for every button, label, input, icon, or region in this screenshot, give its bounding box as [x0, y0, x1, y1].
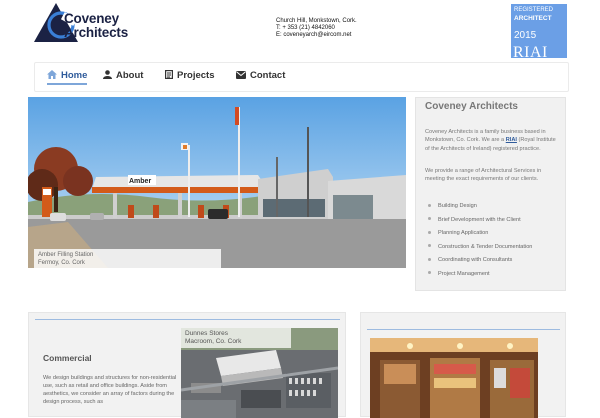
filling-station-photo: Amber	[28, 97, 406, 268]
bullet-icon	[428, 257, 431, 261]
list-item: Coordinating with Consultants	[425, 256, 563, 270]
commercial-title: Commercial	[43, 353, 92, 363]
canopy-sign: Amber	[129, 178, 151, 185]
nav-contact-label: Contact	[250, 70, 286, 81]
service-label: Building Design	[438, 203, 477, 209]
nav-projects[interactable]: Projects	[165, 70, 215, 82]
divider	[367, 329, 560, 330]
shop-photo	[370, 338, 538, 418]
logo[interactable]: Coveney Architects	[34, 2, 144, 44]
hero-caption-title: Amber Filling Station	[38, 252, 94, 258]
bullet-icon	[428, 217, 431, 221]
nav-home-label: Home	[61, 70, 88, 81]
hero-caption-location: Fermoy, Co. Cork	[38, 260, 85, 266]
commercial-text: We design buildings and structures for n…	[43, 375, 177, 405]
services-list: Building Design Brief Development with t…	[425, 202, 563, 283]
user-icon	[103, 70, 112, 82]
shop-interior-image[interactable]	[370, 338, 538, 418]
riai-badge: REGISTERED ARCHITECT 2015 RIAI	[511, 4, 567, 58]
sidebar-intro: Coveney Architects is a family business …	[425, 128, 560, 153]
logo-name-line2: Architects	[64, 25, 129, 40]
bullet-icon	[428, 271, 431, 275]
services-intro: We provide a range of Architectural Serv…	[425, 168, 542, 183]
logo-name-line1: Coveney	[64, 11, 119, 26]
hero-caption: Amber Filling Station Fermoy, Co. Cork	[34, 249, 221, 268]
badge-year: 2015	[514, 30, 537, 41]
service-label: Planning Application	[438, 230, 489, 236]
service-label: Construction & Tender Documentation	[438, 243, 533, 250]
bullet-icon	[428, 230, 431, 234]
badge-registered: REGISTERED	[514, 7, 554, 13]
phone-text: T: + 353 (21) 4842060	[276, 25, 335, 31]
service-label: Brief Development with the Client	[438, 216, 521, 223]
badge-org: RIAI	[513, 44, 548, 58]
nav-contact[interactable]: Contact	[236, 70, 285, 82]
service-label: Project Management	[438, 270, 490, 277]
badge-architect: ARCHITECT	[514, 15, 552, 22]
nav-about-label: About	[116, 70, 144, 81]
list-item: Construction & Tender Documentation	[425, 243, 563, 257]
home-icon	[47, 70, 57, 82]
divider	[35, 319, 340, 320]
main-nav: Home About Projects Contact	[34, 62, 569, 92]
sidebar-title: Coveney Architects	[425, 101, 518, 112]
about-sidebar: Coveney Architects Coveney Architects is…	[415, 97, 566, 291]
thumbnail-caption: Dunnes Stores Macroom, Co. Cork	[181, 328, 291, 348]
list-item: Project Management	[425, 270, 563, 284]
thumbnail-caption-location: Macroom, Co. Cork	[185, 338, 242, 345]
list-item: Brief Development with the Client	[425, 216, 563, 230]
list-item: Planning Application	[425, 229, 563, 243]
email-text: E: coveneyarch@eircom.net	[276, 32, 352, 38]
nav-projects-label: Projects	[177, 70, 215, 81]
envelope-icon	[236, 71, 246, 82]
nav-home[interactable]: Home	[47, 70, 88, 85]
list-item: Building Design	[425, 202, 563, 216]
nav-about[interactable]: About	[103, 70, 143, 82]
riai-link[interactable]: RIAI	[506, 137, 517, 143]
contact-info: Church Hill, Monkstown, Cork. T: + 353 (…	[276, 18, 357, 39]
document-icon	[165, 70, 174, 82]
bullet-icon	[428, 244, 431, 248]
thumbnail-caption-title: Dunnes Stores	[185, 330, 228, 337]
address-text: Church Hill, Monkstown, Cork.	[276, 18, 357, 24]
bullet-icon	[428, 203, 431, 207]
service-label: Coordinating with Consultants	[438, 257, 513, 263]
active-underline	[47, 83, 88, 85]
hero-image: Amber	[28, 97, 406, 268]
